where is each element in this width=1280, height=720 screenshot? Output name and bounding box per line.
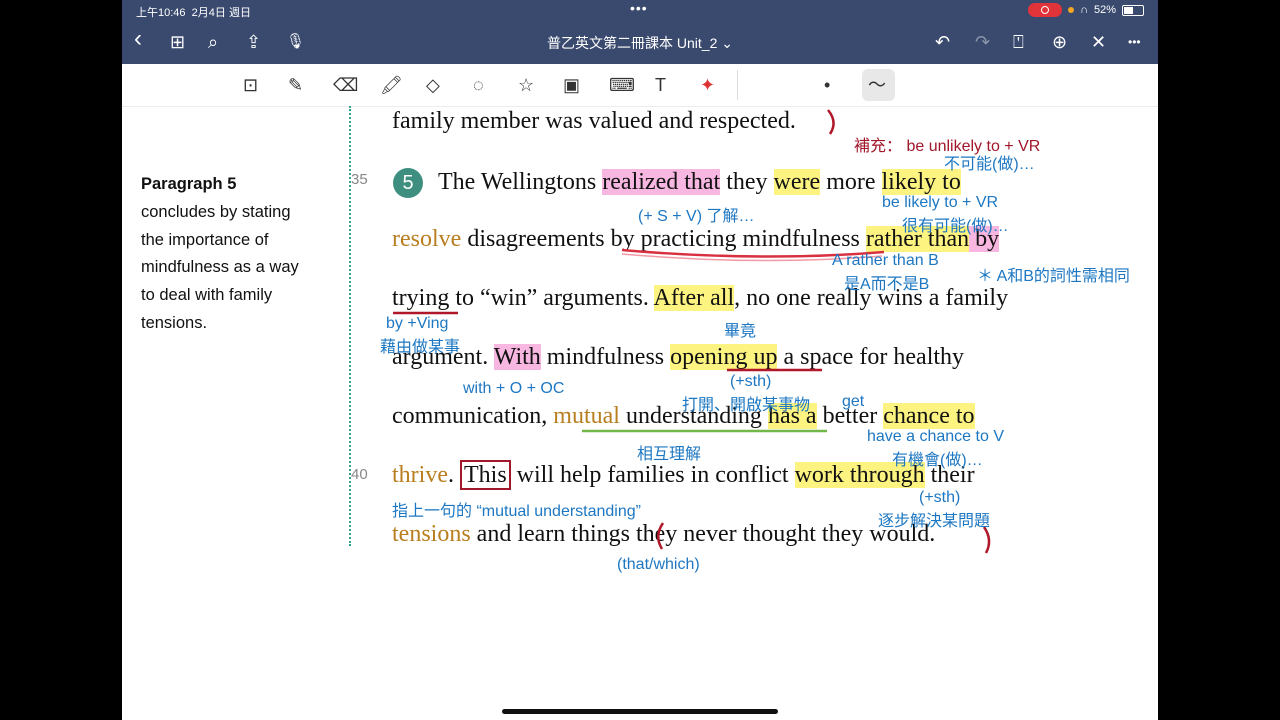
annotation: be likely to + VR	[882, 194, 999, 211]
annotation: 藉由做某事	[380, 339, 461, 356]
annotation: (+sth)	[919, 489, 961, 506]
annotation: 畢竟	[724, 323, 757, 340]
annotation: have a chance to V	[867, 428, 1004, 445]
annotation: 指上一句的 “mutual understanding”	[392, 503, 641, 520]
annotation: 打開、開啟某事物	[682, 397, 811, 414]
closing-bracket-mark	[827, 109, 835, 135]
annotation: 逐步解決某問題	[878, 513, 991, 530]
handwritten-marks	[393, 109, 991, 554]
annotation: ＊ A和B的詞性需相同	[977, 268, 1130, 285]
annotation: by +Ving	[386, 315, 449, 332]
home-indicator[interactable]	[502, 709, 778, 714]
annotation: 相互理解	[637, 446, 702, 463]
annotation: (that/which)	[617, 556, 700, 573]
annotation: (+sth)	[730, 373, 772, 390]
annotation: A rather than B	[832, 252, 939, 269]
opening-bracket-mark	[657, 522, 665, 550]
annotation: 很有可能(做)…	[902, 218, 1009, 235]
annotation: with + O + OC	[463, 380, 565, 397]
annotation: 是A而不是B	[844, 276, 930, 293]
annotation: 不可能(做)…	[944, 156, 1035, 173]
ipad-screen: 上午10:46 2月4日 週日 ••• ∩ 52% ‹ ⊞ ⌕ ⇪ 🎙 普乙英文…	[122, 0, 1158, 720]
annotation: (+ S + V) 了解…	[638, 208, 755, 225]
annotation: 有機會(做)…	[892, 452, 983, 469]
annotation: get	[842, 393, 865, 410]
